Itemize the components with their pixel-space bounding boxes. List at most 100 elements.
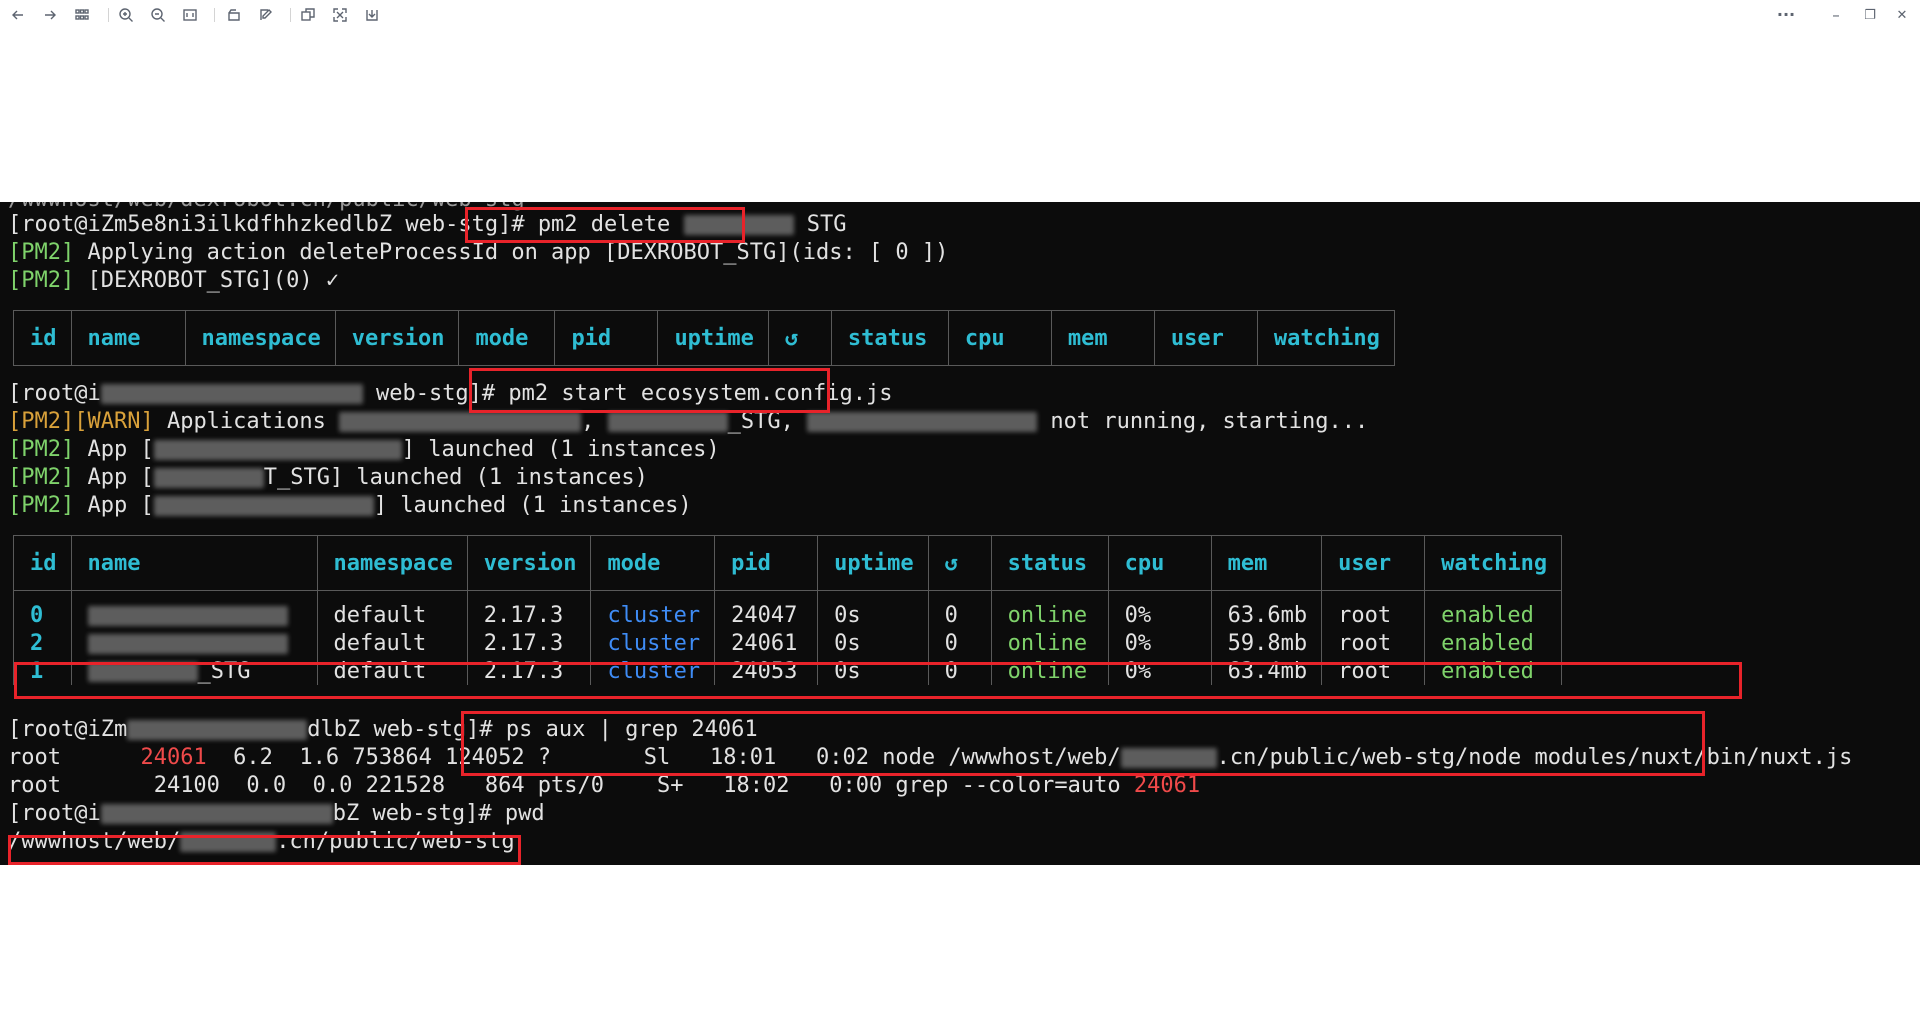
output-text: .cn/public/web-stg/node modules/nuxt/bin… xyxy=(1216,745,1853,770)
table-cell-namespace: default xyxy=(316,629,468,657)
table-header-cell: pid xyxy=(554,310,659,366)
rotate-icon[interactable] xyxy=(220,2,248,28)
terminal-line: [PM2][WARN] Applications , _STG, not run… xyxy=(8,408,1368,436)
output-text: App [ xyxy=(74,437,154,462)
table-header-cell: user xyxy=(1153,310,1258,366)
zoom-out-icon[interactable] xyxy=(144,2,172,28)
forward-icon[interactable] xyxy=(36,2,64,28)
command-text: pwd xyxy=(504,801,545,826)
redacted-text xyxy=(1120,748,1217,768)
terminal-output: /wwwhost/web/dexrobot.cn/public/web-stg … xyxy=(0,202,1920,865)
table-header-cell: namespace xyxy=(184,310,336,366)
save-icon[interactable] xyxy=(358,2,386,28)
redacted-text xyxy=(127,720,308,740)
table-row: 0 default 2.17.3 cluster 24047 0s 0 online 0% 63.… xyxy=(13,590,1563,629)
zoom-in-icon[interactable] xyxy=(112,2,140,28)
command-text: pm2 delete xyxy=(537,212,684,237)
table-cell-watching: enabled xyxy=(1424,629,1563,657)
table-header-cell: cpu xyxy=(947,310,1052,366)
output-text: not running, starting... xyxy=(1037,409,1369,434)
redacted-text xyxy=(683,215,794,235)
back-icon[interactable] xyxy=(4,2,32,28)
table-cell-cpu: 0% xyxy=(1107,590,1212,629)
highlighted-pid: 24061 xyxy=(1133,773,1201,798)
shell-prompt: dlbZ web-stg]# xyxy=(307,717,506,742)
table-cell-status: online xyxy=(990,590,1109,629)
terminal-line: [root@i bZ web-stg]# pwd xyxy=(8,800,545,828)
output-text: Applications xyxy=(153,409,340,434)
pm2-tag: [PM2] xyxy=(8,268,75,293)
table-cell-watching: enabled xyxy=(1424,657,1563,685)
shell-prompt: bZ web-stg]# xyxy=(332,801,505,826)
table-header-cell: version xyxy=(334,310,460,366)
table-header-cell: name xyxy=(70,310,186,366)
fullscreen-icon[interactable] xyxy=(326,2,354,28)
terminal-line: [PM2] App [T_STG] launched (1 instances) xyxy=(8,464,648,492)
table-cell-pid: 24061 xyxy=(714,629,819,657)
table-cell-id: 1 xyxy=(13,657,72,685)
output-text: App [ xyxy=(74,493,154,518)
shell-prompt: [root@i xyxy=(8,801,101,826)
edit-icon[interactable] xyxy=(252,2,280,28)
shell-prompt: [root@iZm xyxy=(8,717,128,742)
output-text: Applying action deleteProcessId on app [… xyxy=(74,240,949,265)
table-cell-namespace: default xyxy=(316,590,468,629)
table-cell-status: online xyxy=(990,629,1109,657)
output-text: App [ xyxy=(74,465,154,490)
table-cell-name xyxy=(70,590,318,629)
copy-icon[interactable] xyxy=(294,2,322,28)
table-cell-uptime: 0s xyxy=(817,629,929,657)
table-header-cell: uptime xyxy=(817,535,929,591)
more-icon[interactable]: ··· xyxy=(1772,2,1800,28)
restore-icon[interactable]: ❐ xyxy=(1856,2,1884,28)
viewer-toolbar: ··· – ❐ ✕ xyxy=(0,0,1920,30)
table-cell-restarts: 0 xyxy=(927,657,992,685)
pm2-process-table-empty: id name namespace version mode pid uptime ↺ stat… xyxy=(13,310,1395,366)
table-header-cell: watching xyxy=(1424,535,1563,591)
table-header-cell: mode xyxy=(458,310,556,366)
table-header-cell: mem xyxy=(1050,310,1155,366)
shell-prompt: web-stg]# xyxy=(362,381,509,406)
table-header-cell: name xyxy=(70,535,318,591)
output-text: T_STG] launched (1 instances) xyxy=(263,465,648,490)
minimize-icon[interactable]: – xyxy=(1822,2,1850,28)
table-cell-user: root xyxy=(1321,657,1426,685)
table-cell-id: 2 xyxy=(13,629,72,657)
table-cell-mem: 63.4mb xyxy=(1210,657,1323,685)
close-icon[interactable]: ✕ xyxy=(1888,2,1916,28)
toolbar-divider xyxy=(108,8,109,22)
output-text: , xyxy=(581,409,608,434)
table-cell-status: online xyxy=(990,657,1109,685)
output-text: _STG, xyxy=(727,409,808,434)
table-header-cell: version xyxy=(466,535,592,591)
output-text: [DEXROBOT_STG](0) ✓ xyxy=(74,268,340,293)
fit-window-icon[interactable] xyxy=(176,2,204,28)
output-text: 24100 0.0 0.0 221528 864 pts/0 S+ 18:02 … xyxy=(140,773,1134,798)
redacted-text xyxy=(87,661,198,682)
redacted-text xyxy=(339,412,582,432)
shell-prompt: [root@i xyxy=(8,381,101,406)
table-cell-mode: cluster xyxy=(590,629,716,657)
table-row: 2 default 2.17.3 cluster 24061 0s 0 online 0% 59.… xyxy=(13,629,1563,657)
terminal-line: root 24100 0.0 0.0 221528 864 pts/0 S+ 1… xyxy=(8,772,1200,800)
terminal-line: /wwwhost/web/ .cn/public/web-stg xyxy=(8,828,515,856)
table-cell-cpu: 0% xyxy=(1107,629,1212,657)
table-cell-watching: enabled xyxy=(1424,590,1563,629)
table-cell-mem: 59.8mb xyxy=(1210,629,1323,657)
table-header-cell: status xyxy=(990,535,1109,591)
pm2-tag: [PM2] xyxy=(8,493,75,518)
command-text: ps aux | grep 24061 xyxy=(505,717,758,742)
terminal-line: [root@iZm dlbZ web-stg]# ps aux | grep 24… xyxy=(8,716,758,744)
output-text: .cn/public/web-stg xyxy=(276,829,515,854)
table-cell-version: 2.17.3 xyxy=(466,629,592,657)
grid-icon[interactable] xyxy=(68,2,96,28)
table-cell-user: root xyxy=(1321,629,1426,657)
output-text: root xyxy=(8,745,141,770)
pm2-tag: [PM2] xyxy=(8,437,75,462)
table-cell-pid: 24047 xyxy=(714,590,819,629)
toolbar-divider xyxy=(214,8,215,22)
table-cell-version: 2.17.3 xyxy=(466,657,592,685)
table-cell-uptime: 0s xyxy=(817,657,929,685)
table-header-cell: id xyxy=(13,310,72,366)
table-header-cell: uptime xyxy=(657,310,769,366)
